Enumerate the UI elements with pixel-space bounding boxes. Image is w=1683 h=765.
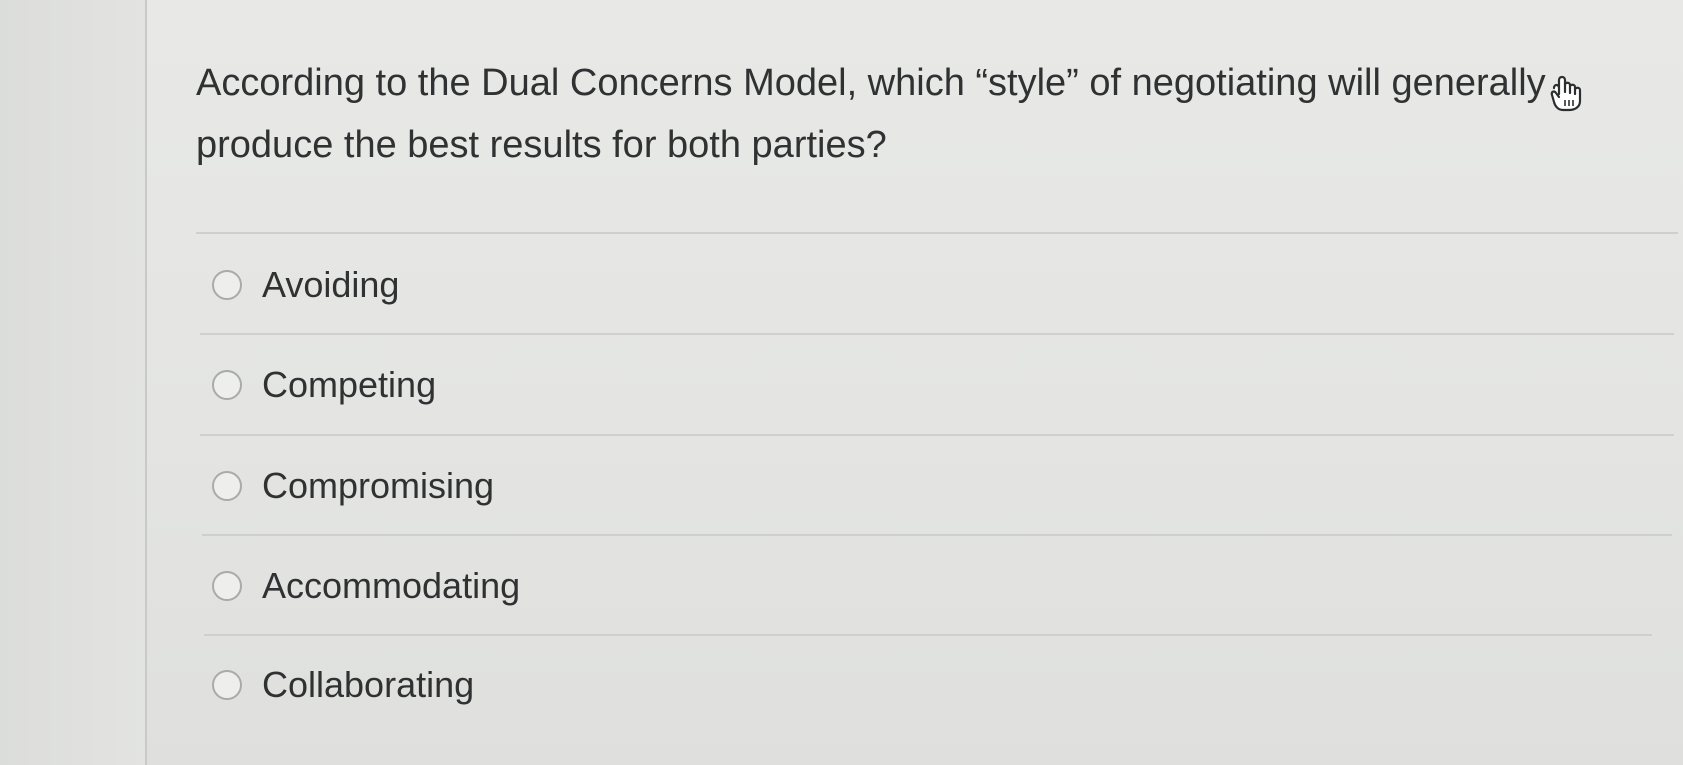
option-competing[interactable]: Competing (212, 355, 1112, 415)
option-label-collaborating: Collaborating (262, 664, 475, 705)
radio-button-competing[interactable] (212, 370, 242, 400)
option-collaborating[interactable]: Collaborating (212, 655, 1112, 715)
option-compromising[interactable]: Compromising (212, 456, 1112, 516)
hand-pointer-icon (1550, 75, 1582, 112)
option-label-avoiding: Avoiding (262, 264, 400, 305)
radio-button-avoiding[interactable] (212, 270, 242, 300)
divider-1 (196, 232, 1678, 234)
option-label-accommodating: Accommodating (262, 565, 521, 606)
radio-button-collaborating[interactable] (212, 670, 242, 700)
divider-2 (200, 333, 1674, 335)
divider-3 (200, 434, 1674, 436)
radio-button-compromising[interactable] (212, 471, 242, 501)
divider-4 (202, 534, 1672, 536)
option-accommodating[interactable]: Accommodating (212, 556, 1112, 616)
radio-button-accommodating[interactable] (212, 571, 242, 601)
divider-5 (204, 634, 1652, 636)
option-label-compromising: Compromising (262, 465, 495, 506)
left-gutter (0, 0, 148, 765)
option-avoiding[interactable]: Avoiding (212, 255, 1112, 315)
option-label-competing: Competing (262, 364, 437, 405)
question-text: According to the Dual Concerns Model, wh… (196, 62, 1546, 166)
